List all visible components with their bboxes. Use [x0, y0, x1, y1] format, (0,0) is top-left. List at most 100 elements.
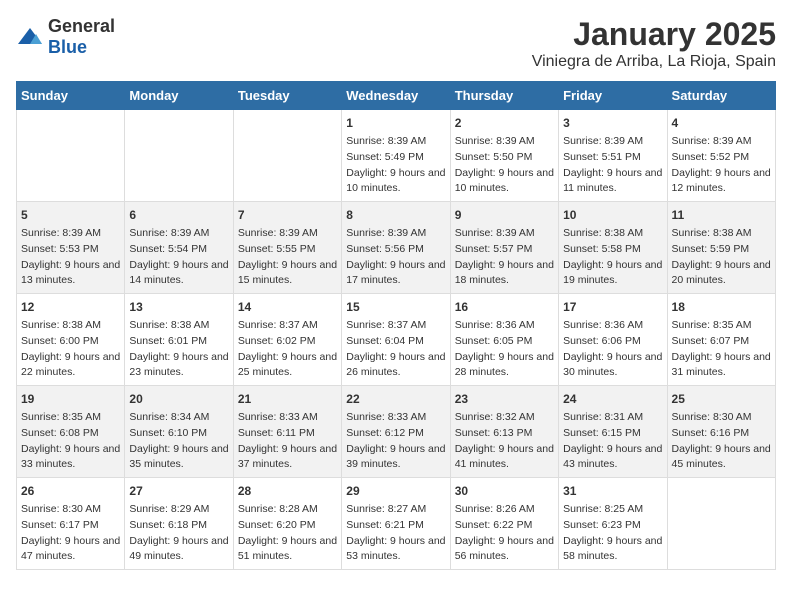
title-area: January 2025 Viniegra de Arriba, La Rioj… [532, 16, 776, 71]
day-info: Sunrise: 8:37 AMSunset: 6:04 PMDaylight:… [346, 318, 445, 381]
calendar-cell: 11 Sunrise: 8:38 AMSunset: 5:59 PMDayligh… [667, 202, 775, 294]
day-number: 19 [21, 390, 120, 408]
calendar-cell: 15 Sunrise: 8:37 AMSunset: 6:04 PMDayligh… [342, 294, 450, 386]
calendar-cell: 3 Sunrise: 8:39 AMSunset: 5:51 PMDaylight… [559, 110, 667, 202]
header-day-friday: Friday [559, 82, 667, 110]
calendar-week-3: 12 Sunrise: 8:38 AMSunset: 6:00 PMDayligh… [17, 294, 776, 386]
day-info: Sunrise: 8:30 AMSunset: 6:16 PMDaylight:… [672, 410, 771, 473]
day-info: Sunrise: 8:27 AMSunset: 6:21 PMDaylight:… [346, 502, 445, 565]
day-number: 26 [21, 482, 120, 500]
day-number: 28 [238, 482, 337, 500]
day-number: 22 [346, 390, 445, 408]
day-number: 14 [238, 298, 337, 316]
calendar-cell: 28Sunrise: 8:28 AMSunset: 6:20 PMDayligh… [233, 478, 341, 570]
calendar-cell: 29 Sunrise: 8:27 AMSunset: 6:21 PMDayligh… [342, 478, 450, 570]
main-title: January 2025 [532, 16, 776, 53]
day-number: 6 [129, 206, 228, 224]
day-info: Sunrise: 8:29 AMSunset: 6:18 PMDaylight:… [129, 502, 228, 565]
day-number: 24 [563, 390, 662, 408]
day-info: Sunrise: 8:37 AMSunset: 6:02 PMDaylight:… [238, 318, 337, 381]
calendar-cell: 31 Sunrise: 8:25 AMSunset: 6:23 PMDayligh… [559, 478, 667, 570]
calendar-cell: 22 Sunrise: 8:33 AMSunset: 6:12 PMDayligh… [342, 386, 450, 478]
calendar-cell: 26 Sunrise: 8:30 AMSunset: 6:17 PMDayligh… [17, 478, 125, 570]
day-info: Sunrise: 8:39 AMSunset: 5:55 PMDaylight:… [238, 226, 337, 289]
calendar-cell: 27Sunrise: 8:29 AMSunset: 6:18 PMDayligh… [125, 478, 233, 570]
logo: General Blue [16, 16, 115, 58]
header-day-sunday: Sunday [17, 82, 125, 110]
calendar-cell: 17 Sunrise: 8:36 AMSunset: 6:06 PMDayligh… [559, 294, 667, 386]
calendar-header: SundayMondayTuesdayWednesdayThursdayFrid… [17, 82, 776, 110]
day-number: 2 [455, 114, 554, 132]
day-number: 7 [238, 206, 337, 224]
day-number: 31 [563, 482, 662, 500]
calendar-cell: 8Sunrise: 8:39 AMSunset: 5:56 PMDaylight… [342, 202, 450, 294]
calendar-cell: 12 Sunrise: 8:38 AMSunset: 6:00 PMDayligh… [17, 294, 125, 386]
day-number: 9 [455, 206, 554, 224]
day-number: 11 [672, 206, 771, 224]
calendar-cell: 10 Sunrise: 8:38 AMSunset: 5:58 PMDayligh… [559, 202, 667, 294]
header-row: SundayMondayTuesdayWednesdayThursdayFrid… [17, 82, 776, 110]
day-number: 23 [455, 390, 554, 408]
calendar-cell: 4Sunrise: 8:39 AMSunset: 5:52 PMDaylight… [667, 110, 775, 202]
day-number: 15 [346, 298, 445, 316]
day-number: 30 [455, 482, 554, 500]
day-info: Sunrise: 8:35 AMSunset: 6:08 PMDaylight:… [21, 410, 120, 473]
day-info: Sunrise: 8:38 AMSunset: 5:58 PMDaylight:… [563, 226, 662, 289]
calendar-cell [125, 110, 233, 202]
day-info: Sunrise: 8:36 AMSunset: 6:06 PMDaylight:… [563, 318, 662, 381]
day-number: 20 [129, 390, 228, 408]
calendar-week-5: 26 Sunrise: 8:30 AMSunset: 6:17 PMDayligh… [17, 478, 776, 570]
calendar-table: SundayMondayTuesdayWednesdayThursdayFrid… [16, 81, 776, 570]
calendar-cell: 19 Sunrise: 8:35 AMSunset: 6:08 PMDayligh… [17, 386, 125, 478]
header-day-saturday: Saturday [667, 82, 775, 110]
calendar-cell [667, 478, 775, 570]
day-info: Sunrise: 8:39 AMSunset: 5:52 PMDaylight:… [672, 134, 771, 197]
calendar-cell: 18Sunrise: 8:35 AMSunset: 6:07 PMDayligh… [667, 294, 775, 386]
day-number: 10 [563, 206, 662, 224]
day-info: Sunrise: 8:38 AMSunset: 6:00 PMDaylight:… [21, 318, 120, 381]
calendar-cell: 2 Sunrise: 8:39 AMSunset: 5:50 PMDaylight… [450, 110, 558, 202]
calendar-cell [233, 110, 341, 202]
calendar-body: 1Sunrise: 8:39 AMSunset: 5:49 PMDaylight… [17, 110, 776, 570]
calendar-cell: 7 Sunrise: 8:39 AMSunset: 5:55 PMDaylight… [233, 202, 341, 294]
calendar-cell: 6 Sunrise: 8:39 AMSunset: 5:54 PMDaylight… [125, 202, 233, 294]
day-info: Sunrise: 8:39 AMSunset: 5:57 PMDaylight:… [455, 226, 554, 289]
calendar-cell: 14 Sunrise: 8:37 AMSunset: 6:02 PMDayligh… [233, 294, 341, 386]
day-info: Sunrise: 8:30 AMSunset: 6:17 PMDaylight:… [21, 502, 120, 565]
day-info: Sunrise: 8:33 AMSunset: 6:12 PMDaylight:… [346, 410, 445, 473]
day-info: Sunrise: 8:39 AMSunset: 5:50 PMDaylight:… [455, 134, 554, 197]
day-number: 8 [346, 206, 445, 224]
day-info: Sunrise: 8:38 AMSunset: 6:01 PMDaylight:… [129, 318, 228, 381]
header-day-wednesday: Wednesday [342, 82, 450, 110]
logo-icon [16, 26, 44, 48]
day-info: Sunrise: 8:39 AMSunset: 5:49 PMDaylight:… [346, 134, 445, 197]
header-day-tuesday: Tuesday [233, 82, 341, 110]
day-info: Sunrise: 8:39 AMSunset: 5:54 PMDaylight:… [129, 226, 228, 289]
header-day-thursday: Thursday [450, 82, 558, 110]
day-info: Sunrise: 8:26 AMSunset: 6:22 PMDaylight:… [455, 502, 554, 565]
day-info: Sunrise: 8:25 AMSunset: 6:23 PMDaylight:… [563, 502, 662, 565]
header-day-monday: Monday [125, 82, 233, 110]
day-info: Sunrise: 8:36 AMSunset: 6:05 PMDaylight:… [455, 318, 554, 381]
day-info: Sunrise: 8:38 AMSunset: 5:59 PMDaylight:… [672, 226, 771, 289]
calendar-cell: 23 Sunrise: 8:32 AMSunset: 6:13 PMDayligh… [450, 386, 558, 478]
day-number: 3 [563, 114, 662, 132]
day-info: Sunrise: 8:39 AMSunset: 5:53 PMDaylight:… [21, 226, 120, 289]
day-info: Sunrise: 8:39 AMSunset: 5:51 PMDaylight:… [563, 134, 662, 197]
day-info: Sunrise: 8:33 AMSunset: 6:11 PMDaylight:… [238, 410, 337, 473]
day-number: 29 [346, 482, 445, 500]
calendar-cell: 20Sunrise: 8:34 AMSunset: 6:10 PMDayligh… [125, 386, 233, 478]
subtitle: Viniegra de Arriba, La Rioja, Spain [532, 53, 776, 71]
day-number: 5 [21, 206, 120, 224]
calendar-cell: 9 Sunrise: 8:39 AMSunset: 5:57 PMDaylight… [450, 202, 558, 294]
calendar-cell: 30 Sunrise: 8:26 AMSunset: 6:22 PMDayligh… [450, 478, 558, 570]
calendar-cell: 13Sunrise: 8:38 AMSunset: 6:01 PMDayligh… [125, 294, 233, 386]
calendar-week-1: 1Sunrise: 8:39 AMSunset: 5:49 PMDaylight… [17, 110, 776, 202]
calendar-cell: 24Sunrise: 8:31 AMSunset: 6:15 PMDayligh… [559, 386, 667, 478]
day-info: Sunrise: 8:32 AMSunset: 6:13 PMDaylight:… [455, 410, 554, 473]
calendar-week-4: 19 Sunrise: 8:35 AMSunset: 6:08 PMDayligh… [17, 386, 776, 478]
day-number: 25 [672, 390, 771, 408]
day-info: Sunrise: 8:35 AMSunset: 6:07 PMDaylight:… [672, 318, 771, 381]
day-number: 17 [563, 298, 662, 316]
day-number: 12 [21, 298, 120, 316]
